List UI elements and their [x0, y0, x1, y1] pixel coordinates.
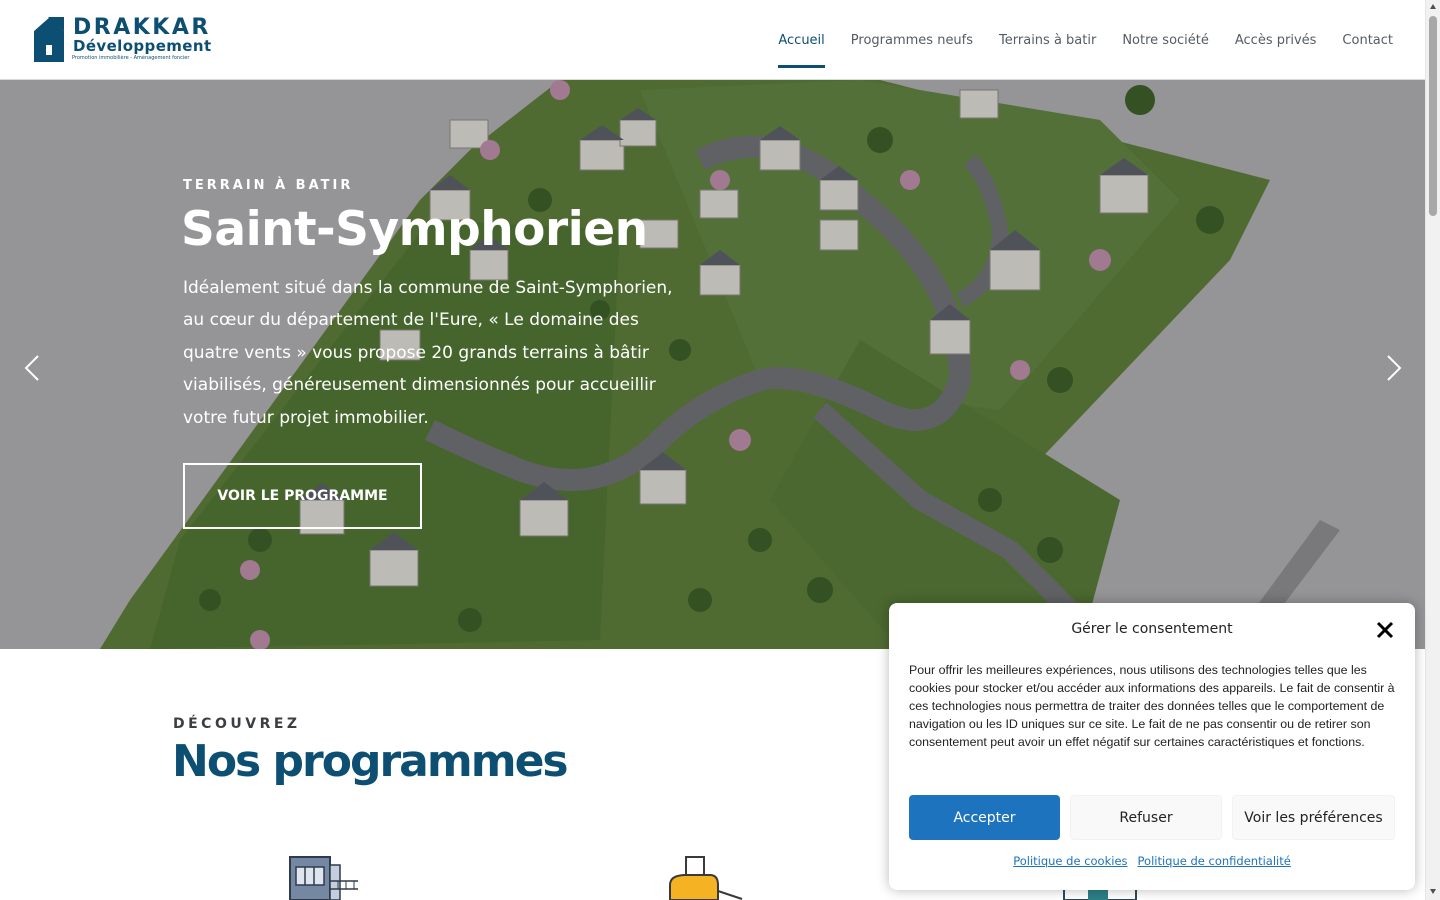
section-title: Nos programmes [172, 736, 569, 787]
house-logo-icon [34, 17, 64, 62]
page-scrollbar[interactable] [1425, 0, 1440, 900]
cookie-policy-link[interactable]: Politique de cookies [1013, 854, 1127, 868]
construction-icon [669, 856, 743, 900]
nav-item-programmes-neufs[interactable]: Programmes neufs [851, 0, 973, 80]
brand-tagline: Promotion immobilière - Aménagement fonc… [72, 55, 190, 61]
hero-description: Idéalement situé dans la commune de Sain… [183, 278, 673, 428]
consent-links: Politique de cookies Politique de confid… [889, 854, 1415, 868]
cookie-consent-dialog: Gérer le consentement Pour offrir les me… [889, 603, 1415, 890]
nav-item-terrains-a-batir[interactable]: Terrains à batir [999, 0, 1096, 80]
consent-message: Pour offrir les meilleures expériences, … [909, 663, 1395, 749]
consent-title: Gérer le consentement [1071, 621, 1233, 637]
nav-item-notre-societe[interactable]: Notre société [1122, 0, 1209, 80]
hero-slider: TERRAIN À BATIR Saint-Symphorien Idéalem… [0, 80, 1425, 649]
hero-eyebrow: TERRAIN À BATIR [183, 178, 354, 193]
scroll-down-arrow-icon[interactable] [1430, 889, 1436, 894]
hero-title: Saint-Symphorien [181, 202, 648, 257]
voir-le-programme-button[interactable]: VOIR LE PROGRAMME [183, 463, 422, 529]
chevron-right-icon[interactable] [1384, 353, 1404, 383]
apartment-building-icon [289, 856, 358, 900]
close-icon[interactable] [1375, 620, 1395, 640]
scrollbar-thumb[interactable] [1429, 16, 1437, 216]
privacy-policy-link[interactable]: Politique de confidentialité [1138, 854, 1291, 868]
preferences-button[interactable]: Voir les préférences [1232, 795, 1395, 840]
site-logo[interactable]: DRAKKAR Développement Promotion immobili… [34, 15, 212, 65]
chevron-left-icon[interactable] [22, 353, 42, 383]
nav-item-accueil[interactable]: Accueil [778, 0, 826, 80]
brand-subtitle: Développement [73, 37, 212, 55]
nav-item-acces-prives[interactable]: Accès privés [1235, 0, 1317, 80]
nav-item-contact[interactable]: Contact [1342, 0, 1393, 80]
deny-button[interactable]: Refuser [1070, 795, 1222, 840]
main-nav: Accueil Programmes neufs Terrains à bati… [778, 0, 1393, 80]
site-header: DRAKKAR Développement Promotion immobili… [0, 0, 1425, 80]
scroll-up-arrow-icon[interactable] [1430, 4, 1436, 9]
section-eyebrow: DÉCOUVREZ [173, 716, 301, 732]
accept-button[interactable]: Accepter [909, 795, 1060, 840]
